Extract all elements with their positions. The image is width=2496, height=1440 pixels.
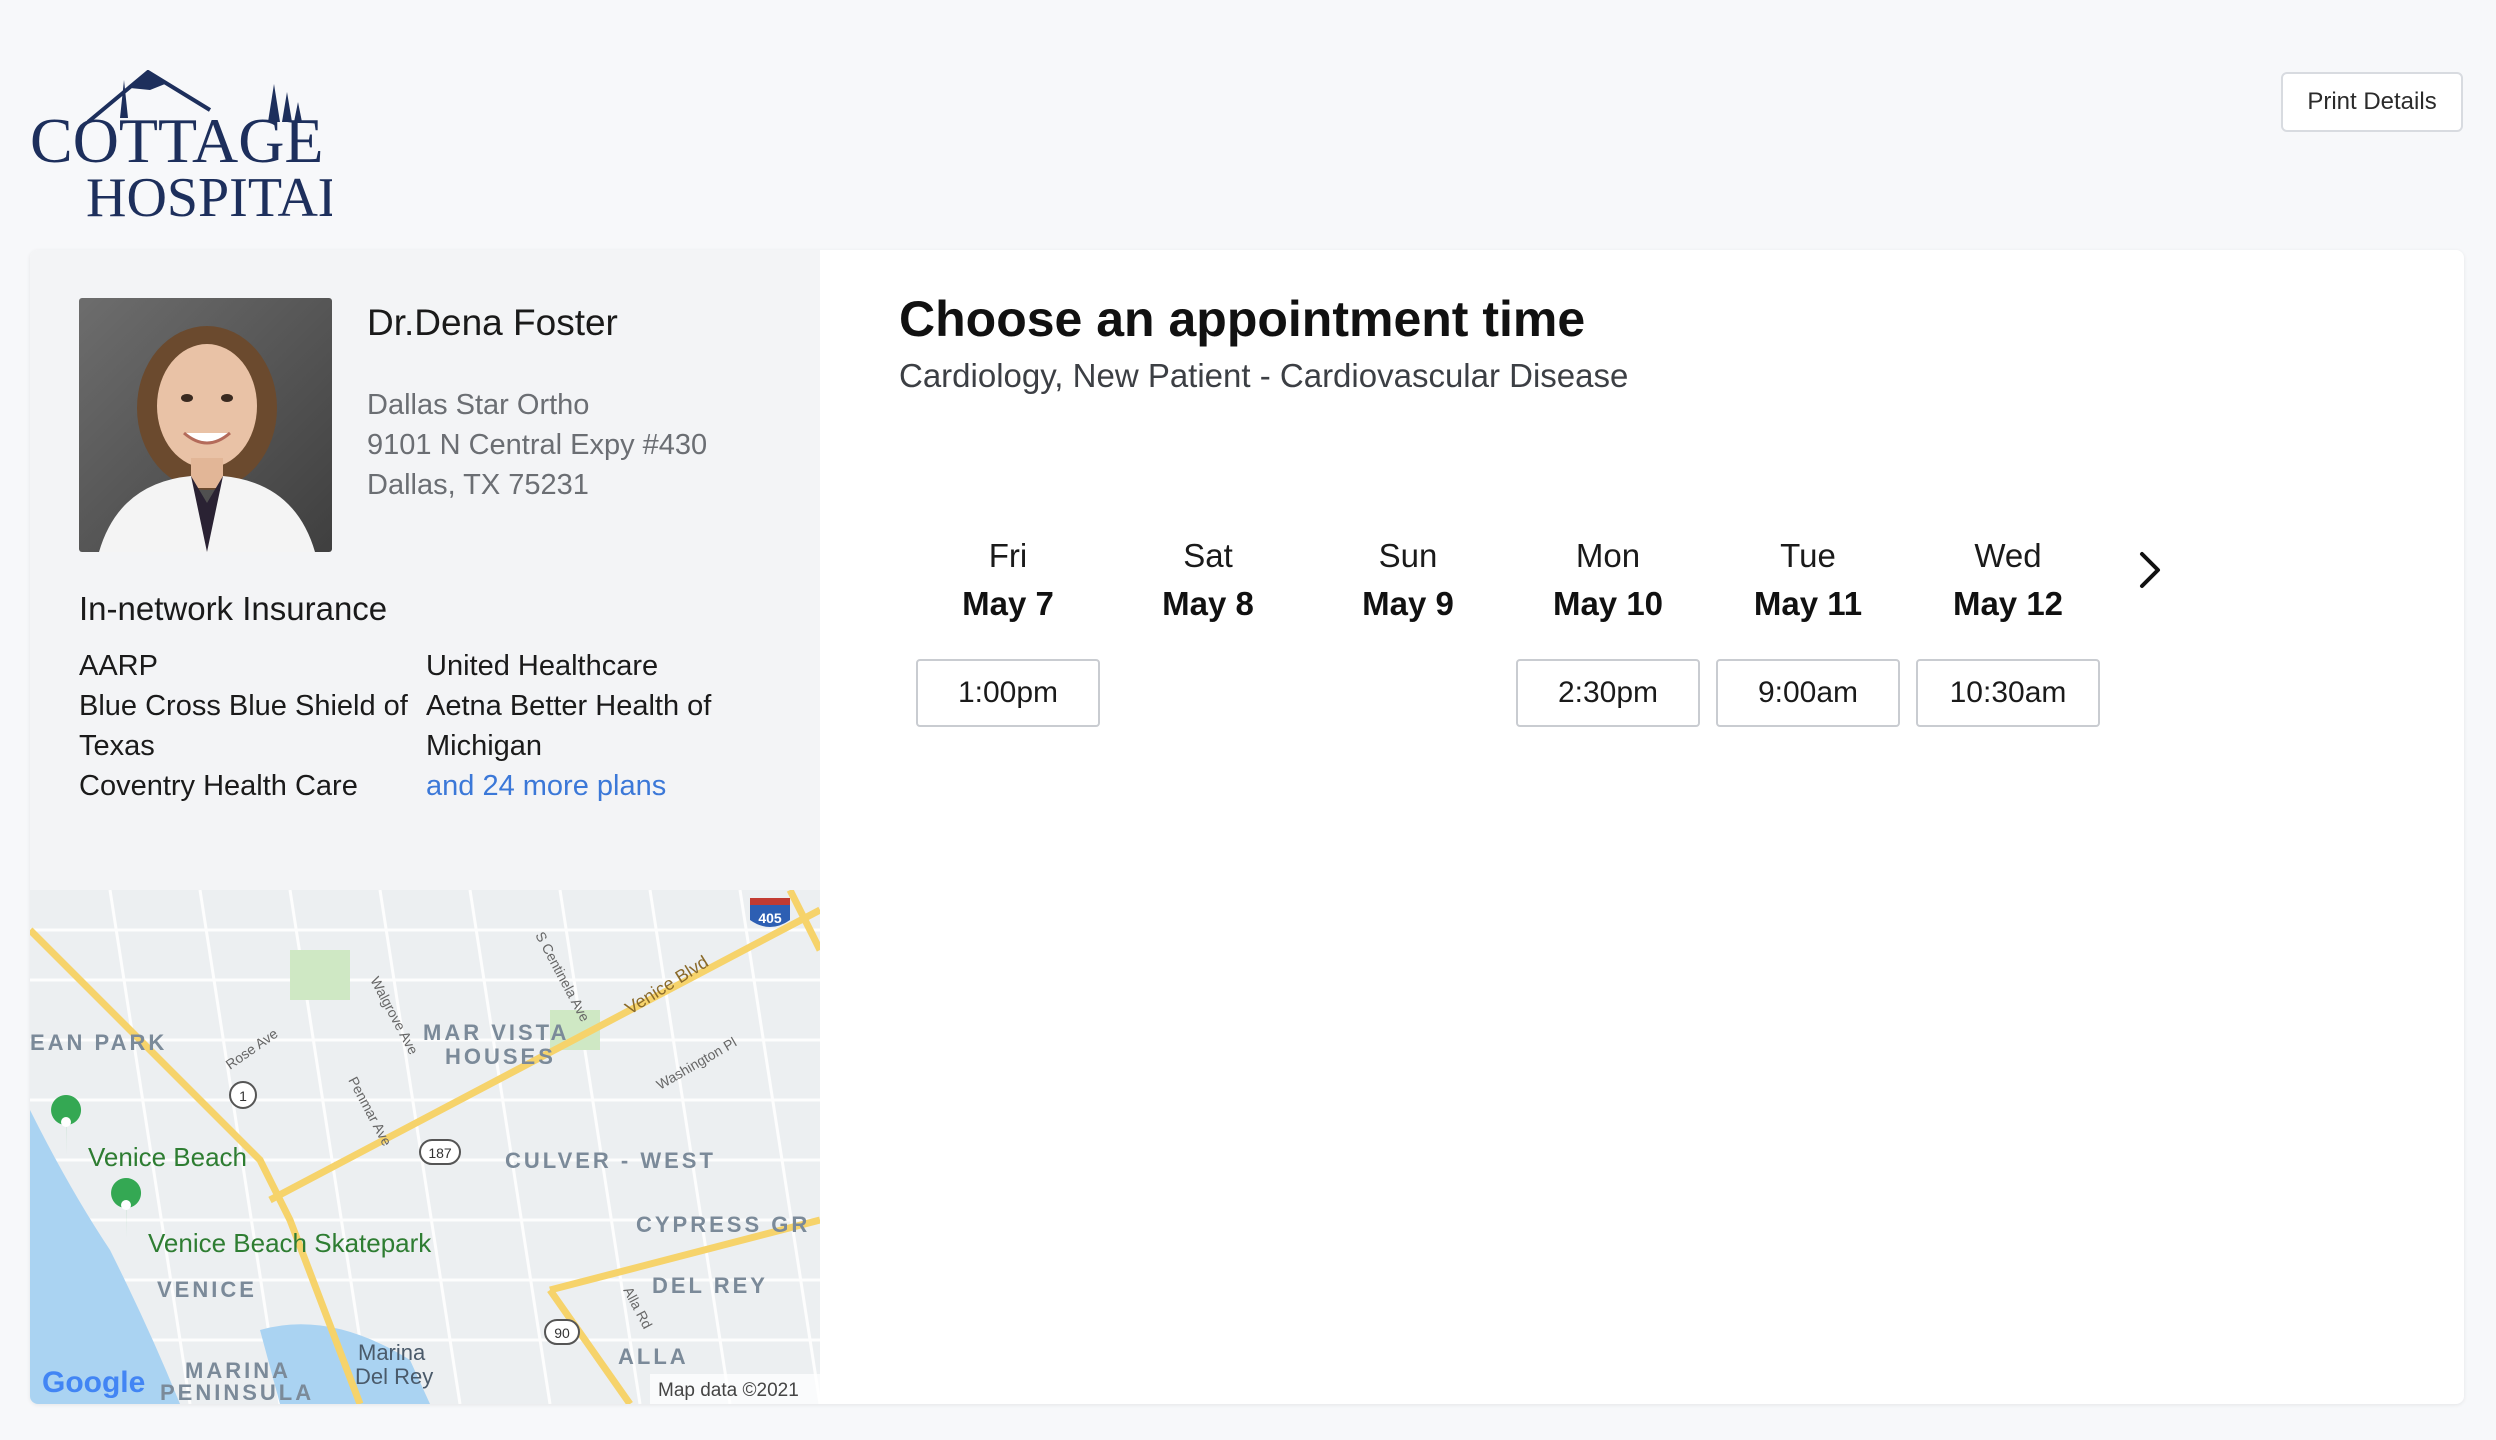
map-label: CULVER - WEST	[505, 1148, 716, 1173]
route-187-shield-icon: 187	[419, 1139, 461, 1165]
map-attribution: Map data ©2021	[658, 1380, 799, 1401]
time-slot-button[interactable]: 1:00pm	[916, 659, 1100, 727]
time-slot-button[interactable]: 9:00am	[1716, 659, 1900, 727]
highway-405-shield-icon: 405	[750, 898, 790, 927]
day-date: May 7	[962, 585, 1054, 622]
time-slot-button[interactable]: 10:30am	[1916, 659, 2100, 727]
map-label: EAN PARK	[30, 1030, 167, 1055]
day-date: May 9	[1362, 585, 1454, 622]
insurance-item: United Healthcare	[426, 650, 659, 682]
cottage-hospital-logo: COTTAGE HOSPITAL	[30, 69, 352, 229]
day-date: May 8	[1162, 585, 1254, 622]
day-name: Fri	[988, 537, 1028, 574]
map-label: ALLA	[618, 1344, 689, 1369]
map-label: VENICE	[157, 1277, 257, 1302]
day-column-wed: Wed May 12	[1916, 532, 2100, 628]
practice-name: Dallas Star Ortho	[367, 389, 590, 421]
location-map[interactable]: Venice Blvd Washington Pl Rose Ave Walgr…	[30, 890, 820, 1404]
doctor-address: Dallas Star Ortho 9101 N Central Expy #4…	[367, 385, 707, 505]
day-name: Tue	[1780, 537, 1836, 574]
next-days-chevron-right-icon[interactable]	[2128, 548, 2172, 592]
insurance-column-1: AARP Blue Cross Blue Shield of Texas Cov…	[79, 646, 419, 806]
insurance-item: Coventry Health Care	[79, 770, 358, 802]
svg-text:90: 90	[554, 1325, 570, 1341]
print-details-button[interactable]: Print Details	[2281, 72, 2463, 132]
route-1-shield-icon: 1	[229, 1081, 257, 1109]
map-poi-label: Venice Beach	[88, 1142, 247, 1172]
doctor-photo	[79, 298, 332, 552]
day-date: May 11	[1753, 585, 1863, 622]
provider-card: Dr.Dena Foster Dallas Star Ortho 9101 N …	[30, 250, 2464, 1404]
google-logo: Google	[42, 1366, 145, 1399]
street-address: 9101 N Central Expy #430	[367, 429, 708, 461]
more-plans-link[interactable]: and 24 more plans	[426, 766, 756, 806]
day-date: May 10	[1552, 585, 1664, 622]
map-poi-label: Venice Beach Skatepark	[148, 1228, 432, 1258]
time-slot-button[interactable]: 2:30pm	[1516, 659, 1700, 727]
logo-line1: COTTAGE	[30, 105, 324, 176]
day-name: Mon	[1575, 537, 1641, 574]
day-name: Sun	[1378, 537, 1438, 574]
insurance-column-2: United Healthcare Aetna Better Health of…	[426, 646, 756, 806]
day-column-sat: Sat May 8	[1116, 532, 1300, 628]
insurance-item: AARP	[79, 650, 158, 682]
provider-info-panel: Dr.Dena Foster Dallas Star Ortho 9101 N …	[30, 250, 820, 1404]
svg-text:1: 1	[239, 1088, 247, 1104]
doctor-name: Dr.Dena Foster	[367, 302, 618, 343]
insurance-item: Aetna Better Health of Michigan	[426, 690, 712, 762]
appointment-subtitle: Cardiology, New Patient - Cardiovascular…	[899, 357, 1629, 394]
day-name: Sat	[1183, 537, 1233, 574]
map-label: DEL REY	[652, 1273, 768, 1298]
svg-text:405: 405	[758, 910, 782, 926]
svg-text:187: 187	[428, 1145, 452, 1161]
route-90-shield-icon: 90	[544, 1319, 580, 1345]
day-column-tue: Tue May 11	[1716, 532, 1900, 628]
day-column-sun: Sun May 9	[1316, 532, 1500, 628]
map-label: Marina	[358, 1340, 426, 1365]
map-label: PENINSULA	[160, 1380, 314, 1404]
map-label: CYPRESS GR	[636, 1212, 810, 1237]
day-column-mon: Mon May 10	[1516, 532, 1700, 628]
insurance-heading: In-network Insurance	[79, 590, 388, 627]
map-label: MAR VISTA	[423, 1020, 569, 1045]
day-name: Wed	[1974, 537, 2042, 574]
appointment-title: Choose an appointment time	[899, 291, 1586, 347]
city-state-zip: Dallas, TX 75231	[367, 469, 589, 501]
logo-line2: HOSPITAL	[86, 167, 332, 220]
map-label: HOUSES	[445, 1044, 556, 1069]
day-date: May 12	[1952, 585, 2064, 622]
insurance-item: Blue Cross Blue Shield of Texas	[79, 690, 408, 762]
map-label: Del Rey	[355, 1364, 433, 1389]
day-column-fri: Fri May 7	[916, 532, 1100, 628]
